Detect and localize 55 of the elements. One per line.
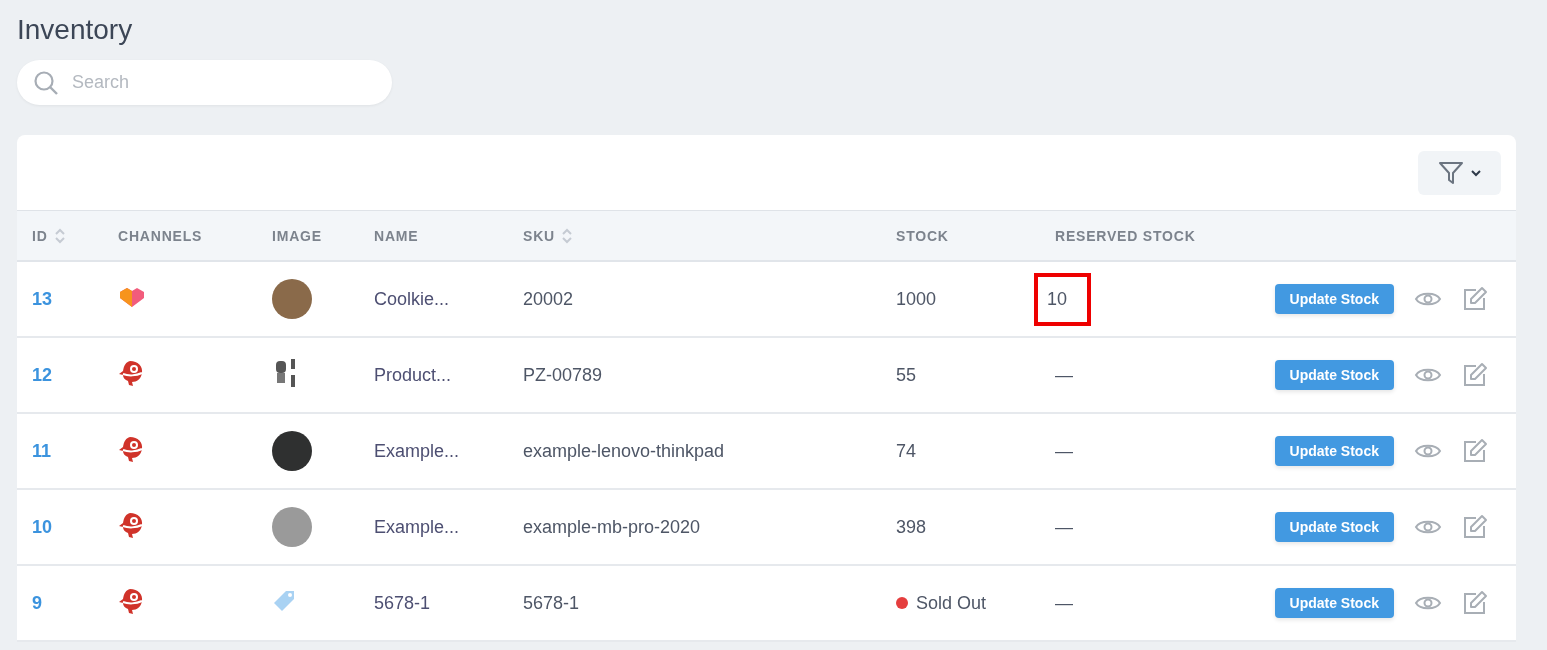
- edit-icon[interactable]: [1462, 438, 1488, 464]
- edit-icon[interactable]: [1462, 286, 1488, 312]
- sku-cell: example-mb-pro-2020: [523, 516, 701, 537]
- id-link[interactable]: 12: [32, 364, 53, 385]
- column-header: CHANNELS: [118, 227, 203, 244]
- column-header: STOCK: [896, 227, 949, 244]
- column-header: NAME: [374, 227, 419, 244]
- name-cell: Coolkie...: [374, 288, 450, 309]
- photo-placeholder: [272, 431, 312, 471]
- column-header: SKU: [523, 227, 555, 244]
- name-cell: Example...: [374, 516, 460, 537]
- photo-placeholder: [272, 507, 312, 547]
- reserved-cell: —: [1055, 440, 1073, 462]
- tag-icon: [272, 589, 296, 613]
- column-header: ID: [32, 227, 48, 244]
- edit-icon[interactable]: [1462, 362, 1488, 388]
- photo-placeholder: [272, 279, 312, 319]
- column-header: IMAGE: [272, 227, 322, 244]
- sort-icon[interactable]: [560, 226, 573, 245]
- stock-cell: 1000: [896, 288, 937, 309]
- stock-cell: 398: [896, 516, 927, 537]
- highlighted-reserved-cell: 10: [1034, 272, 1092, 326]
- name-cell: Example...: [374, 440, 460, 461]
- chevron-down-icon: [1469, 168, 1482, 177]
- edit-icon[interactable]: [1462, 514, 1488, 540]
- heart-logo-icon: [118, 286, 146, 308]
- update-stock-button[interactable]: Update Stock: [1274, 284, 1394, 314]
- page-title: Inventory: [17, 14, 134, 46]
- reserved-cell: —: [1055, 516, 1073, 538]
- update-stock-button[interactable]: Update Stock: [1274, 436, 1394, 466]
- search-field[interactable]: Search: [17, 60, 392, 105]
- stock-status: Sold Out: [916, 592, 987, 614]
- sort-icon[interactable]: [53, 226, 66, 245]
- filter-button[interactable]: [1418, 150, 1501, 195]
- stock-cell: 55: [896, 364, 917, 385]
- reserved-cell: —: [1055, 592, 1073, 614]
- sku-cell: example-lenovo-thinkpad: [523, 440, 725, 461]
- stock-cell: 74: [896, 440, 917, 461]
- sku-cell: PZ-00789: [523, 364, 603, 385]
- id-link[interactable]: 9: [32, 592, 42, 613]
- sku-cell: 5678-1: [523, 592, 580, 613]
- edit-icon[interactable]: [1462, 590, 1488, 616]
- search-icon: [33, 70, 59, 96]
- name-cell: 5678-1: [374, 592, 431, 613]
- name-cell: Product...: [374, 364, 452, 385]
- id-link[interactable]: 13: [32, 288, 53, 309]
- update-stock-button[interactable]: Update Stock: [1274, 588, 1394, 618]
- sku-cell: 20002: [523, 288, 574, 309]
- update-stock-button[interactable]: Update Stock: [1274, 360, 1394, 390]
- update-stock-button[interactable]: Update Stock: [1274, 512, 1394, 542]
- reserved-cell: —: [1055, 364, 1073, 386]
- column-header: RESERVED STOCK: [1055, 227, 1196, 244]
- filter-icon: [1437, 159, 1464, 186]
- id-link[interactable]: 11: [32, 440, 52, 461]
- id-link[interactable]: 10: [32, 516, 53, 537]
